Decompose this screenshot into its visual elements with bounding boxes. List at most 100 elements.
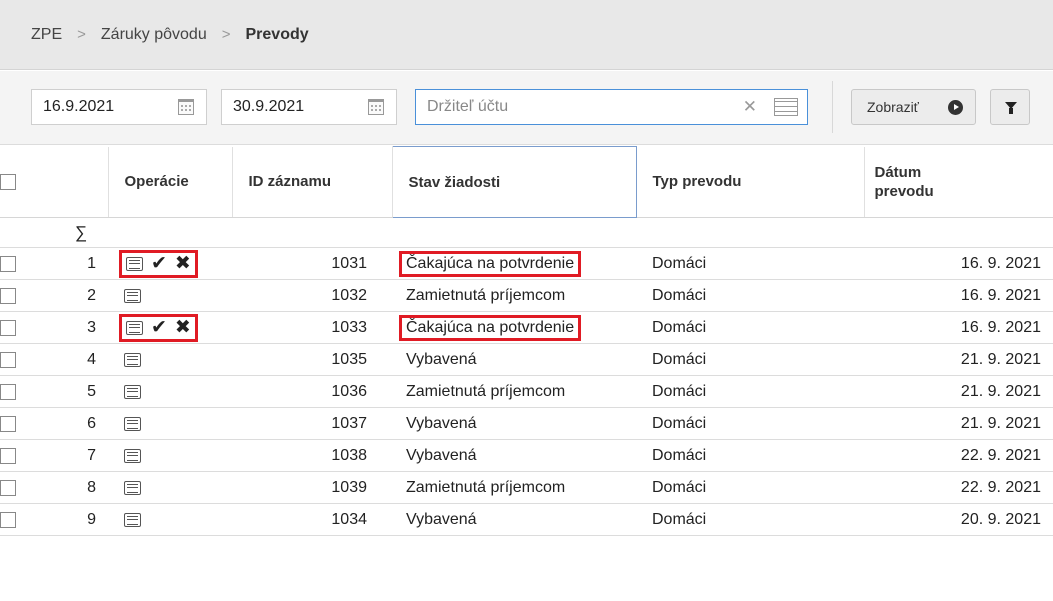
detail-icon[interactable] — [124, 416, 141, 431]
row-checkbox[interactable] — [0, 319, 16, 336]
row-checkbox[interactable] — [0, 479, 16, 496]
row-actions — [122, 442, 143, 470]
table-row[interactable]: 7 1038 Vybavená Domáci 22. 9. 2021 — [0, 439, 1053, 472]
header-transfer-date[interactable]: Dátum prevodu — [864, 146, 1053, 218]
status-cell: Vybavená — [392, 439, 636, 472]
status-text: Vybavená — [406, 350, 477, 368]
row-checkbox[interactable] — [0, 511, 16, 528]
header-transfer-type[interactable]: Typ prevodu — [636, 146, 865, 218]
transfer-type: Domáci — [636, 279, 864, 312]
x-icon[interactable]: ✖ — [175, 318, 191, 337]
filter-button[interactable] — [990, 89, 1030, 125]
detail-icon[interactable] — [124, 384, 141, 399]
table-row[interactable]: 6 1037 Vybavená Domáci 21. 9. 2021 — [0, 407, 1053, 440]
row-checkbox[interactable] — [0, 447, 16, 464]
table-row[interactable]: 1 ✔ ✖ 1031 Čakajúca na potvrdenie Domáci… — [0, 247, 1053, 280]
select-all-checkbox[interactable] — [0, 173, 16, 190]
filter-bar: 16.9.2021 30.9.2021 ✕ Zobraziť — [0, 71, 1053, 145]
header-select-all-cell — [0, 146, 75, 218]
account-holder-field[interactable]: ✕ — [415, 89, 808, 125]
row-actions — [122, 474, 143, 502]
header-record-id[interactable]: ID záznamu — [232, 146, 393, 218]
transfers-table: Operácie ID záznamu Stav žiadosti Typ pr… — [0, 146, 1053, 536]
table-row[interactable]: 9 1034 Vybavená Domáci 20. 9. 2021 — [0, 503, 1053, 536]
row-checkbox[interactable] — [0, 415, 16, 432]
table-row[interactable]: 8 1039 Zamietnutá príjemcom Domáci 22. 9… — [0, 471, 1053, 504]
list-icon[interactable] — [774, 98, 798, 116]
detail-icon[interactable] — [124, 352, 141, 367]
status-cell: Zamietnutá príjemcom — [392, 279, 636, 312]
checkmark-icon[interactable]: ✔ — [151, 254, 167, 273]
row-select-cell — [0, 279, 75, 312]
status-text: Zamietnutá príjemcom — [406, 382, 566, 400]
record-id: 1032 — [232, 279, 392, 312]
record-id: 1038 — [232, 439, 392, 472]
transfer-type: Domáci — [636, 247, 864, 280]
table-row[interactable]: 3 ✔ ✖ 1033 Čakajúca na potvrdenie Domáci… — [0, 311, 1053, 344]
account-holder-input[interactable] — [427, 98, 727, 116]
transfer-date: 21. 9. 2021 — [864, 407, 1053, 440]
operations-cell — [108, 343, 232, 376]
calendar-icon[interactable] — [368, 99, 384, 115]
detail-icon[interactable] — [124, 480, 141, 495]
row-select-cell — [0, 311, 75, 344]
calendar-icon[interactable] — [178, 99, 194, 115]
status-cell: Čakajúca na potvrdenie — [392, 247, 636, 280]
status-cell: Vybavená — [392, 343, 636, 376]
date-to-field[interactable]: 30.9.2021 — [221, 89, 397, 125]
status-cell: Čakajúca na potvrdenie — [392, 311, 636, 344]
header-operations[interactable]: Operácie — [108, 146, 233, 218]
status-cell: Zamietnutá príjemcom — [392, 471, 636, 504]
row-checkbox[interactable] — [0, 351, 16, 368]
transfer-date: 22. 9. 2021 — [864, 471, 1053, 504]
header-status[interactable]: Stav žiadosti — [391, 146, 637, 218]
row-checkbox[interactable] — [0, 383, 16, 400]
checkmark-icon[interactable]: ✔ — [151, 318, 167, 337]
row-checkbox[interactable] — [0, 287, 16, 304]
operations-cell: ✔ ✖ — [108, 247, 232, 280]
transfer-date: 16. 9. 2021 — [864, 279, 1053, 312]
breadcrumb-section[interactable]: Záruky pôvodu — [101, 26, 207, 44]
row-actions — [122, 282, 143, 310]
status-text: Čakajúca na potvrdenie — [399, 314, 582, 341]
transfer-type: Domáci — [636, 471, 864, 504]
header-row-number — [75, 146, 109, 218]
transfer-type: Domáci — [636, 407, 864, 440]
table-row[interactable]: 5 1036 Zamietnutá príjemcom Domáci 21. 9… — [0, 375, 1053, 408]
detail-icon[interactable] — [124, 288, 141, 303]
row-number: 9 — [75, 503, 108, 536]
header-transfer-date-label: Dátum prevodu — [874, 163, 934, 200]
operations-cell — [108, 439, 232, 472]
status-cell: Vybavená — [392, 503, 636, 536]
detail-icon[interactable] — [124, 512, 141, 527]
row-actions: ✔ ✖ — [119, 249, 198, 278]
row-checkbox[interactable] — [0, 255, 16, 272]
table-row[interactable]: 4 1035 Vybavená Domáci 21. 9. 2021 — [0, 343, 1053, 376]
row-number: 6 — [75, 407, 108, 440]
status-text: Zamietnutá príjemcom — [406, 286, 566, 304]
status-text: Zamietnutá príjemcom — [406, 478, 566, 496]
sum-symbol: ∑ — [75, 222, 88, 242]
transfer-date: 20. 9. 2021 — [864, 503, 1053, 536]
operations-cell — [108, 503, 232, 536]
date-from-field[interactable]: 16.9.2021 — [31, 89, 207, 125]
operations-cell: ✔ ✖ — [108, 311, 232, 344]
clear-icon[interactable]: ✕ — [743, 97, 757, 117]
operations-cell — [108, 279, 232, 312]
detail-icon[interactable] — [124, 448, 141, 463]
transfer-type: Domáci — [636, 311, 864, 344]
table-header-row: Operácie ID záznamu Stav žiadosti Typ pr… — [0, 146, 1053, 218]
show-button[interactable]: Zobraziť — [851, 89, 976, 125]
record-id: 1036 — [232, 375, 392, 408]
detail-icon[interactable] — [126, 320, 143, 335]
breadcrumb-root[interactable]: ZPE — [31, 26, 62, 44]
detail-icon[interactable] — [126, 256, 143, 271]
x-icon[interactable]: ✖ — [175, 254, 191, 273]
table-row[interactable]: 2 1032 Zamietnutá príjemcom Domáci 16. 9… — [0, 279, 1053, 312]
status-text: Vybavená — [406, 414, 477, 432]
record-id: 1037 — [232, 407, 392, 440]
transfer-date: 21. 9. 2021 — [864, 375, 1053, 408]
record-id: 1034 — [232, 503, 392, 536]
record-id: 1039 — [232, 471, 392, 504]
row-select-cell — [0, 247, 75, 280]
